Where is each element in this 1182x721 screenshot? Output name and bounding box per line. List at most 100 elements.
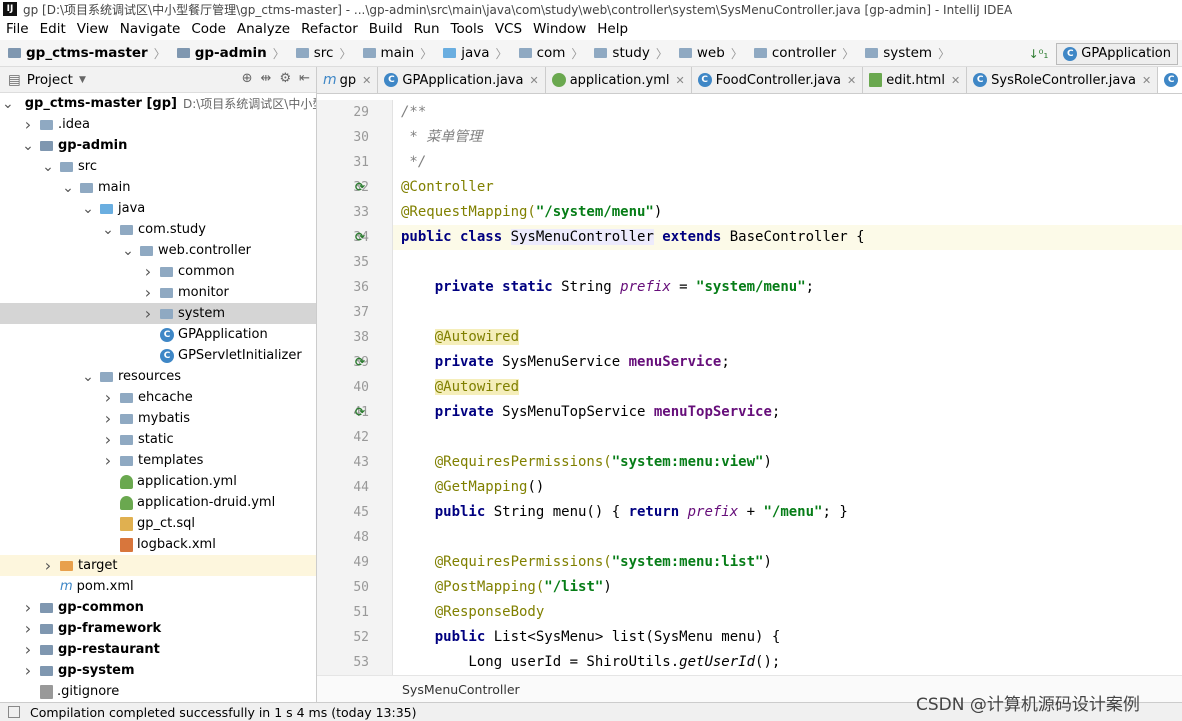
breadcrumb-item[interactable]: gp_ctms-master 〉 xyxy=(0,45,169,62)
code-line[interactable]: private SysMenuTopService menuTopService… xyxy=(393,400,1182,425)
tree-node[interactable]: › gp-common xyxy=(0,597,316,618)
code-line[interactable]: private SysMenuService menuService; xyxy=(393,350,1182,375)
menu-item-run[interactable]: Run xyxy=(408,21,445,37)
spring-bean-icon[interactable]: ⟳ xyxy=(353,230,367,244)
breadcrumb-item[interactable]: system 〉 xyxy=(857,45,953,62)
chevron-right-icon[interactable]: › xyxy=(22,598,34,617)
close-icon[interactable]: ✕ xyxy=(362,74,371,87)
tree-node[interactable]: › target xyxy=(0,555,316,576)
menu-item-edit[interactable]: Edit xyxy=(34,21,71,37)
tree-node[interactable]: › .idea xyxy=(0,114,316,135)
chevron-right-icon[interactable]: › xyxy=(42,556,54,575)
tree-node[interactable]: › monitor xyxy=(0,282,316,303)
chevron-down-icon[interactable]: ⌄ xyxy=(62,181,74,195)
code-line[interactable]: public class SysMenuController extends B… xyxy=(393,225,1182,250)
menu-item-code[interactable]: Code xyxy=(185,21,231,37)
chevron-right-icon[interactable]: › xyxy=(142,262,154,281)
tree-node[interactable]: ⌄ gp_ctms-master [gp] D:\项目系统调试区\中小型餐厅 xyxy=(0,93,316,114)
code-line[interactable]: public List<SysMenu> list(SysMenu menu) … xyxy=(393,625,1182,650)
close-icon[interactable]: ✕ xyxy=(676,74,685,87)
code-line[interactable]: Long userId = ShiroUtils.getUserId(); xyxy=(393,650,1182,675)
code-line[interactable]: */ xyxy=(393,150,1182,175)
tree-node[interactable]: ⌄ resources xyxy=(0,366,316,387)
chevron-down-icon[interactable]: ⌄ xyxy=(122,244,134,258)
hide-icon[interactable]: ⇤ xyxy=(299,71,310,86)
menu-item-file[interactable]: File xyxy=(0,21,34,37)
tree-node[interactable]: ⌄ java xyxy=(0,198,316,219)
chevron-right-icon[interactable]: › xyxy=(22,115,34,134)
breadcrumb-item[interactable]: controller 〉 xyxy=(746,45,857,62)
sort-icon[interactable]: ↓⁰₁ xyxy=(1029,47,1049,61)
breadcrumb-item[interactable]: web 〉 xyxy=(671,45,746,62)
breadcrumb-item[interactable]: java 〉 xyxy=(435,45,510,62)
breadcrumb-item[interactable]: study 〉 xyxy=(586,45,670,62)
chevron-right-icon[interactable]: › xyxy=(102,388,114,407)
tree-node[interactable]: m pom.xml xyxy=(0,576,316,597)
tree-node[interactable]: › static xyxy=(0,429,316,450)
code-line[interactable] xyxy=(393,425,1182,450)
project-panel-title[interactable]: Project xyxy=(27,72,73,88)
code-line[interactable]: @PostMapping("/list") xyxy=(393,575,1182,600)
code-line[interactable]: private static String prefix = "system/m… xyxy=(393,275,1182,300)
tree-node[interactable]: .gitignore xyxy=(0,681,316,702)
chevron-right-icon[interactable]: › xyxy=(142,304,154,323)
code-editor[interactable]: /** * 菜单管理 */ @Controller @RequestMapping(… xyxy=(393,100,1182,675)
close-icon[interactable]: ✕ xyxy=(847,74,856,87)
tree-node[interactable]: › system xyxy=(0,303,316,324)
chevron-right-icon[interactable]: › xyxy=(22,661,34,680)
chevron-right-icon[interactable]: › xyxy=(22,640,34,659)
chevron-down-icon[interactable]: ⌄ xyxy=(82,202,94,216)
editor-tab[interactable]: edit.html ✕ xyxy=(863,67,968,93)
tree-node[interactable]: › gp-framework xyxy=(0,618,316,639)
breadcrumb-item[interactable]: gp-admin 〉 xyxy=(169,45,288,62)
breadcrumb-item[interactable]: src 〉 xyxy=(288,45,355,62)
close-icon[interactable]: ✕ xyxy=(951,74,960,87)
code-line[interactable]: @RequestMapping("/system/menu") xyxy=(393,200,1182,225)
breadcrumb-item[interactable]: main 〉 xyxy=(355,45,436,62)
tree-node[interactable]: › common xyxy=(0,261,316,282)
code-line[interactable]: @Controller xyxy=(393,175,1182,200)
menu-item-analyze[interactable]: Analyze xyxy=(231,21,295,37)
code-line[interactable]: public String menu() { return prefix + "… xyxy=(393,500,1182,525)
editor-tab[interactable]: m gp ✕ xyxy=(317,67,379,93)
menu-item-tools[interactable]: Tools xyxy=(445,21,489,37)
close-icon[interactable]: ✕ xyxy=(529,74,538,87)
tree-node[interactable]: ⌄ com.study xyxy=(0,219,316,240)
chevron-right-icon[interactable]: › xyxy=(142,283,154,302)
tree-node[interactable]: ⌄ gp-admin xyxy=(0,135,316,156)
close-icon[interactable]: ✕ xyxy=(1142,74,1151,87)
tree-node[interactable]: › gp-system xyxy=(0,660,316,681)
chevron-right-icon[interactable]: › xyxy=(102,430,114,449)
editor-tab[interactable]: C GPApplication.java ✕ xyxy=(378,67,546,93)
chevron-down-icon[interactable]: ⌄ xyxy=(102,223,114,237)
code-line[interactable]: @GetMapping() xyxy=(393,475,1182,500)
chevron-down-icon[interactable]: ▼ xyxy=(79,75,86,85)
menu-item-vcs[interactable]: VCS xyxy=(489,21,527,37)
tree-node[interactable]: application.yml xyxy=(0,471,316,492)
code-line[interactable]: @ResponseBody xyxy=(393,600,1182,625)
tree-node[interactable]: › gp-restaurant xyxy=(0,639,316,660)
tree-node[interactable]: ⌄ src xyxy=(0,156,316,177)
spring-bean-icon[interactable]: ⟳ xyxy=(353,180,367,194)
menu-item-view[interactable]: View xyxy=(71,21,114,37)
tree-node[interactable]: C GPServletInitializer xyxy=(0,345,316,366)
menu-item-window[interactable]: Window xyxy=(527,21,591,37)
breadcrumb-item[interactable]: com 〉 xyxy=(511,45,587,62)
tree-node[interactable]: › mybatis xyxy=(0,408,316,429)
menu-item-navigate[interactable]: Navigate xyxy=(114,21,186,37)
editor-tab[interactable]: application.yml ✕ xyxy=(546,67,692,93)
code-line[interactable] xyxy=(393,250,1182,275)
tree-node[interactable]: gp_ct.sql xyxy=(0,513,316,534)
code-line[interactable]: @RequiresPermissions("system:menu:view") xyxy=(393,450,1182,475)
code-line[interactable] xyxy=(393,300,1182,325)
chevron-right-icon[interactable]: › xyxy=(102,409,114,428)
chevron-down-icon[interactable]: ⌄ xyxy=(2,97,14,111)
chevron-right-icon[interactable]: › xyxy=(102,451,114,470)
chevron-right-icon[interactable]: › xyxy=(22,619,34,638)
tree-node[interactable]: C GPApplication xyxy=(0,324,316,345)
collapse-icon[interactable]: ⇹ xyxy=(261,71,272,86)
tree-node[interactable]: logback.xml xyxy=(0,534,316,555)
menu-item-help[interactable]: Help xyxy=(591,21,633,37)
editor-tab[interactable]: C SysRoleController.java ✕ xyxy=(967,67,1159,93)
tree-node[interactable]: ⌄ main xyxy=(0,177,316,198)
